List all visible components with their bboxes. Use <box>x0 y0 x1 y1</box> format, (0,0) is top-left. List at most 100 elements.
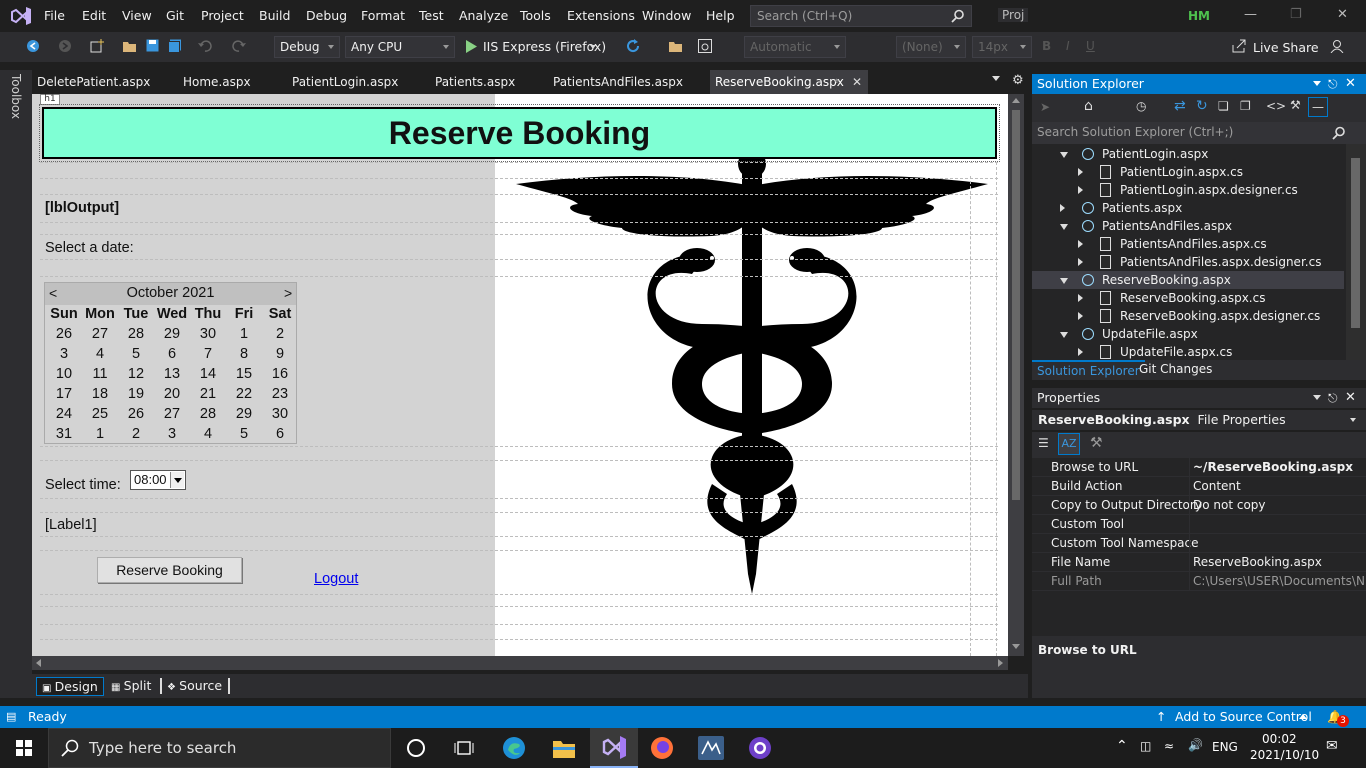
calendar-day[interactable]: 30 <box>190 326 226 342</box>
firefox-icon[interactable] <box>650 736 674 760</box>
tree-item[interactable]: ReserveBooking.aspx.designer.cs <box>1032 307 1344 325</box>
live-share-icon[interactable] <box>1232 39 1246 53</box>
menu-file[interactable]: File <box>44 8 65 23</box>
column-divider[interactable] <box>1189 477 1190 496</box>
history-icon[interactable]: ◷ <box>1136 99 1146 113</box>
collapsed-arrow-icon[interactable] <box>1078 186 1083 194</box>
calendar-day[interactable]: 1 <box>82 426 118 442</box>
tree-item[interactable]: Patients.aspx <box>1032 199 1344 217</box>
pin-tab-icon[interactable]: ⌖ <box>834 70 840 94</box>
calendar-day[interactable]: 6 <box>262 426 298 442</box>
refresh-icon[interactable]: ↻ <box>1196 98 1208 114</box>
properties-wrench-icon[interactable]: ⚒ <box>1290 98 1301 112</box>
taskbar-search-input[interactable]: Type here to search <box>48 728 391 768</box>
calendar-day[interactable]: 1 <box>226 326 262 342</box>
close-tab-icon[interactable]: ✕ <box>852 70 862 94</box>
calendar-day[interactable]: 2 <box>262 326 298 342</box>
calendar-day[interactable]: 13 <box>154 366 190 382</box>
column-divider[interactable] <box>1189 534 1190 553</box>
calendar-day[interactable]: 14 <box>190 366 226 382</box>
back-icon[interactable]: ➤ <box>1040 100 1050 114</box>
open-folder-icon[interactable] <box>122 39 137 53</box>
calendar-day[interactable]: 24 <box>46 406 82 422</box>
edge-icon[interactable] <box>502 736 526 760</box>
menu-build[interactable]: Build <box>259 8 290 23</box>
collapsed-arrow-icon[interactable] <box>1078 240 1083 248</box>
calendar-day[interactable]: 2 <box>118 426 154 442</box>
clock-date[interactable]: 2021/10/10 <box>1250 748 1319 762</box>
property-value[interactable]: C:\Users\USER\Documents\NW <box>1193 572 1365 591</box>
collapse-all-icon[interactable]: ❏ <box>1218 99 1229 113</box>
chevron-up-icon[interactable] <box>1299 714 1307 719</box>
calendar-day[interactable]: 28 <box>118 326 154 342</box>
collapsed-arrow-icon[interactable] <box>1078 348 1083 356</box>
sync-icon[interactable]: ⇄ <box>1174 98 1186 114</box>
reserve-booking-button[interactable]: Reserve Booking <box>97 557 242 583</box>
calendar-control[interactable]: < October 2021 > Sun Mon Tue Wed Thu Fri Sat 26… <box>44 282 297 444</box>
expanded-arrow-icon[interactable] <box>1060 152 1068 158</box>
menu-window[interactable]: Window <box>642 8 691 23</box>
language-indicator[interactable]: ENG <box>1212 740 1238 754</box>
menu-help[interactable]: Help <box>706 8 735 23</box>
tree-item[interactable]: UpdateFile.aspx.cs <box>1032 343 1344 360</box>
run-target-caret-icon[interactable] <box>590 45 596 49</box>
minimize-icon[interactable]: — <box>1244 7 1257 22</box>
scroll-right-icon[interactable] <box>998 659 1003 667</box>
menu-test[interactable]: Test <box>419 8 444 23</box>
column-divider[interactable] <box>1189 515 1190 534</box>
calendar-day[interactable]: 6 <box>154 346 190 362</box>
file-explorer-icon[interactable] <box>552 737 576 759</box>
calendar-day[interactable]: 18 <box>82 386 118 402</box>
alphabetical-icon[interactable]: AZ <box>1058 433 1080 455</box>
calendar-day[interactable]: 25 <box>82 406 118 422</box>
property-row[interactable]: Browse to URL ~/ReserveBooking.aspx <box>1032 458 1366 477</box>
tab-home-aspx[interactable]: Home.aspx <box>178 70 251 94</box>
calendar-day[interactable]: 16 <box>262 366 298 382</box>
menu-git[interactable]: Git <box>166 8 184 23</box>
menu-format[interactable]: Format <box>361 8 405 23</box>
calendar-day[interactable]: 10 <box>46 366 82 382</box>
tree-item[interactable]: UpdateFile.aspx <box>1032 325 1344 343</box>
back-icon[interactable] <box>26 39 40 53</box>
toolbox-strip[interactable]: Toolbox <box>0 70 32 698</box>
calendar-day[interactable]: 3 <box>154 426 190 442</box>
property-pages-wrench-icon[interactable]: ⚒ <box>1090 435 1103 451</box>
calendar-day[interactable]: 12 <box>118 366 154 382</box>
calendar-day[interactable]: 4 <box>82 346 118 362</box>
tab-design[interactable]: ▣ Design <box>36 677 104 696</box>
restore-icon[interactable]: ❐ <box>1290 7 1302 22</box>
clock-time[interactable]: 00:02 <box>1262 732 1297 746</box>
undo-icon[interactable] <box>198 39 212 53</box>
mysql-workbench-icon[interactable] <box>698 736 724 760</box>
feedback-icon[interactable] <box>1330 39 1344 53</box>
toolbox-label[interactable]: Toolbox <box>9 74 23 119</box>
calendar-day[interactable]: 5 <box>118 346 154 362</box>
windows-start-icon[interactable] <box>16 740 32 756</box>
property-row[interactable]: Full Path C:\Users\USER\Documents\NW <box>1032 572 1366 591</box>
user-avatar[interactable]: HM <box>1186 5 1212 27</box>
visual-studio-logo-icon[interactable] <box>10 6 32 26</box>
property-value[interactable]: Content <box>1193 477 1365 496</box>
logout-link[interactable]: Logout <box>314 571 358 587</box>
tree-item[interactable]: PatientLogin.aspx.designer.cs <box>1032 181 1344 199</box>
tab-reservebooking-aspx[interactable]: ReserveBooking.aspx ⌖ ✕ <box>710 70 868 94</box>
calendar-day[interactable]: 4 <box>190 426 226 442</box>
scroll-left-icon[interactable] <box>36 659 41 667</box>
tab-list-dropdown-icon[interactable] <box>992 76 1000 81</box>
calendar-day[interactable]: 20 <box>154 386 190 402</box>
collapsed-arrow-icon[interactable] <box>1060 204 1065 212</box>
tab-patients-aspx[interactable]: Patients.aspx <box>430 70 515 94</box>
calendar-day[interactable]: 30 <box>262 406 298 422</box>
calendar-day[interactable]: 9 <box>262 346 298 362</box>
menu-debug[interactable]: Debug <box>306 8 347 23</box>
tab-patientsandfiles-aspx[interactable]: PatientsAndFiles.aspx <box>548 70 683 94</box>
window-position-icon[interactable] <box>1313 395 1321 400</box>
action-center-icon[interactable]: ✉ <box>1326 738 1338 754</box>
calendar-day[interactable]: 23 <box>262 386 298 402</box>
scroll-down-icon[interactable] <box>1012 644 1020 649</box>
design-surface[interactable]: h1 Reserve Booking [lblOutput] Select a … <box>32 94 1008 656</box>
pin-icon[interactable]: ⎋ <box>1328 388 1338 408</box>
solution-platform-dropdown[interactable]: Any CPU <box>345 36 455 58</box>
calendar-day[interactable]: 29 <box>226 406 262 422</box>
home-icon[interactable]: ⌂ <box>1084 98 1093 114</box>
